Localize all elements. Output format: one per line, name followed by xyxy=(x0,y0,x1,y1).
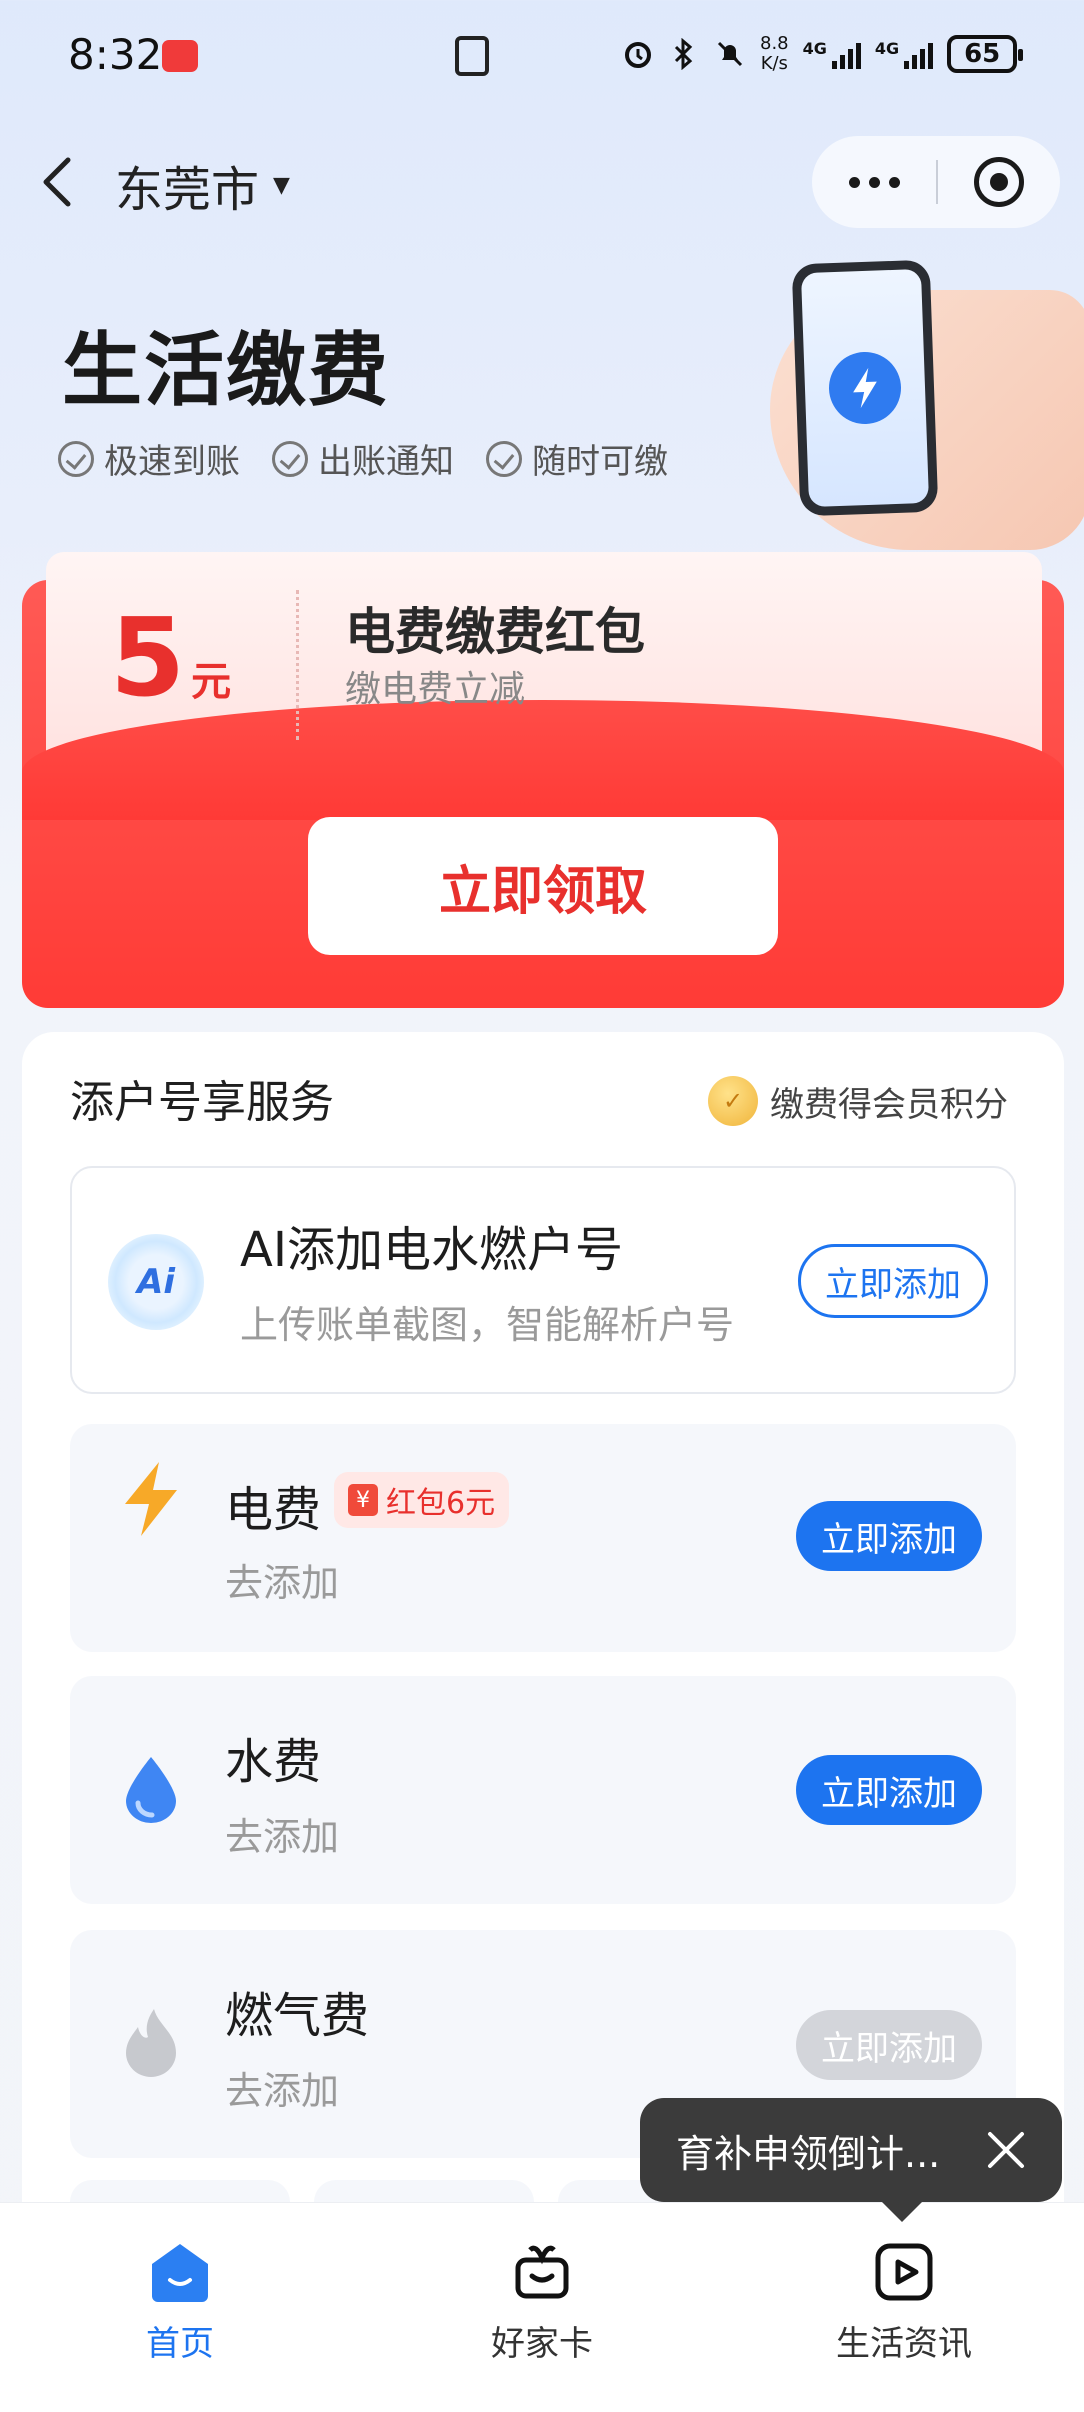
miniapp-capsule xyxy=(812,136,1060,228)
page-title: 生活缴费 xyxy=(62,324,390,417)
tab-family-card[interactable]: 好家卡 xyxy=(442,2240,642,2365)
status-icons: 8.8 K/s 4G 4G 65 xyxy=(622,26,1024,82)
tab-home[interactable]: 首页 xyxy=(80,2240,280,2365)
flame-icon xyxy=(112,2004,190,2082)
water-drop-icon xyxy=(112,1750,190,1828)
feature-label: 极速到账 xyxy=(104,442,240,482)
bluetooth-icon xyxy=(668,38,700,70)
battery-icon: 65 xyxy=(947,35,1024,73)
coupon-amount: 5 元 xyxy=(110,596,231,721)
yen-icon: ¥ xyxy=(348,1484,378,1516)
coupon-divider xyxy=(296,590,299,740)
badge-label: 红包6元 xyxy=(386,1486,496,1521)
ai-card-title: AI添加电水燃户号 xyxy=(240,1222,623,1278)
video-play-icon xyxy=(872,2240,936,2304)
tab-label: 好家卡 xyxy=(491,2324,593,2364)
points-link[interactable]: ✓ 缴费得会员积分 xyxy=(708,1076,1008,1126)
check-circle-icon xyxy=(486,440,522,477)
back-icon[interactable] xyxy=(38,156,76,208)
home-icon xyxy=(148,2240,212,2304)
item-subtitle: 去添加 xyxy=(225,1815,340,1859)
redpack-badge: ¥ 红包6元 xyxy=(334,1472,510,1528)
phone-illustration xyxy=(791,259,939,517)
app-notification-icon xyxy=(162,40,198,72)
coupon-amount-value: 5 xyxy=(110,596,186,721)
item-subtitle: 去添加 xyxy=(225,1561,340,1605)
net-speed-value: 8.8 xyxy=(760,33,789,54)
item-subtitle: 去添加 xyxy=(225,2069,340,2113)
claim-button[interactable]: 立即领取 xyxy=(308,817,778,955)
services-title: 添户号享服务 xyxy=(70,1077,334,1128)
coupon-title: 电费缴费红包 xyxy=(345,603,645,661)
ai-icon: Ai xyxy=(108,1234,204,1330)
signal-icon-2: 4G xyxy=(874,39,934,69)
tab-label: 生活资讯 xyxy=(836,2324,972,2364)
medal-coin-icon: ✓ xyxy=(708,1076,758,1126)
network-type-1: 4G xyxy=(802,39,827,58)
item-name: 水费 xyxy=(225,1734,322,1790)
water-bolt-icon xyxy=(827,350,903,426)
caret-down-icon: ▼ xyxy=(273,172,290,198)
close-miniapp-button[interactable] xyxy=(938,157,1060,207)
points-label: 缴费得会员积分 xyxy=(770,1084,1008,1125)
gift-icon xyxy=(510,2240,574,2304)
toast-pointer xyxy=(880,2200,924,2222)
alarm-icon xyxy=(622,38,654,70)
check-circle-icon xyxy=(58,440,94,477)
feature-label: 随时可缴 xyxy=(532,442,668,482)
feature-item: 极速到账 xyxy=(58,434,240,483)
close-icon[interactable] xyxy=(986,2130,1026,2170)
tab-label: 首页 xyxy=(146,2324,214,2364)
coupon-amount-unit: 元 xyxy=(191,659,232,705)
item-name: 燃气费 xyxy=(225,1988,370,2044)
item-name: 电费 xyxy=(225,1482,322,1538)
net-speed: 8.8 K/s xyxy=(760,34,789,74)
add-electricity-button[interactable]: 立即添加 xyxy=(796,1501,982,1571)
feature-list: 极速到账 出账通知 随时可缴 xyxy=(58,434,668,483)
feature-item: 随时可缴 xyxy=(486,434,668,483)
check-circle-icon xyxy=(272,440,308,477)
feature-label: 出账通知 xyxy=(318,442,454,482)
net-speed-unit: K/s xyxy=(760,53,788,74)
phone-screen xyxy=(800,268,930,508)
signal-icon-1: 4G xyxy=(803,39,861,69)
mute-bell-icon xyxy=(714,38,746,70)
ai-add-button[interactable]: 立即添加 xyxy=(798,1244,988,1318)
feature-item: 出账通知 xyxy=(272,434,454,483)
toast-text: 育补申领倒计... xyxy=(676,2131,941,2176)
tab-life-news[interactable]: 生活资讯 xyxy=(804,2240,1004,2365)
coupon-subtitle: 缴电费立减 xyxy=(345,669,526,710)
target-icon xyxy=(974,157,1024,207)
lightning-icon xyxy=(112,1460,190,1538)
network-type-2: 4G xyxy=(874,39,900,58)
city-name: 东莞市 xyxy=(115,162,260,218)
ai-card-subtitle: 上传账单截图，智能解析户号 xyxy=(240,1303,735,1347)
city-selector[interactable]: 东莞市 ▼ xyxy=(115,150,290,220)
status-time: 8:32 xyxy=(68,30,163,79)
more-icon[interactable] xyxy=(812,176,936,188)
add-gas-button[interactable]: 立即添加 xyxy=(796,2010,982,2080)
add-water-button[interactable]: 立即添加 xyxy=(796,1755,982,1825)
nfc-icon xyxy=(455,36,489,76)
